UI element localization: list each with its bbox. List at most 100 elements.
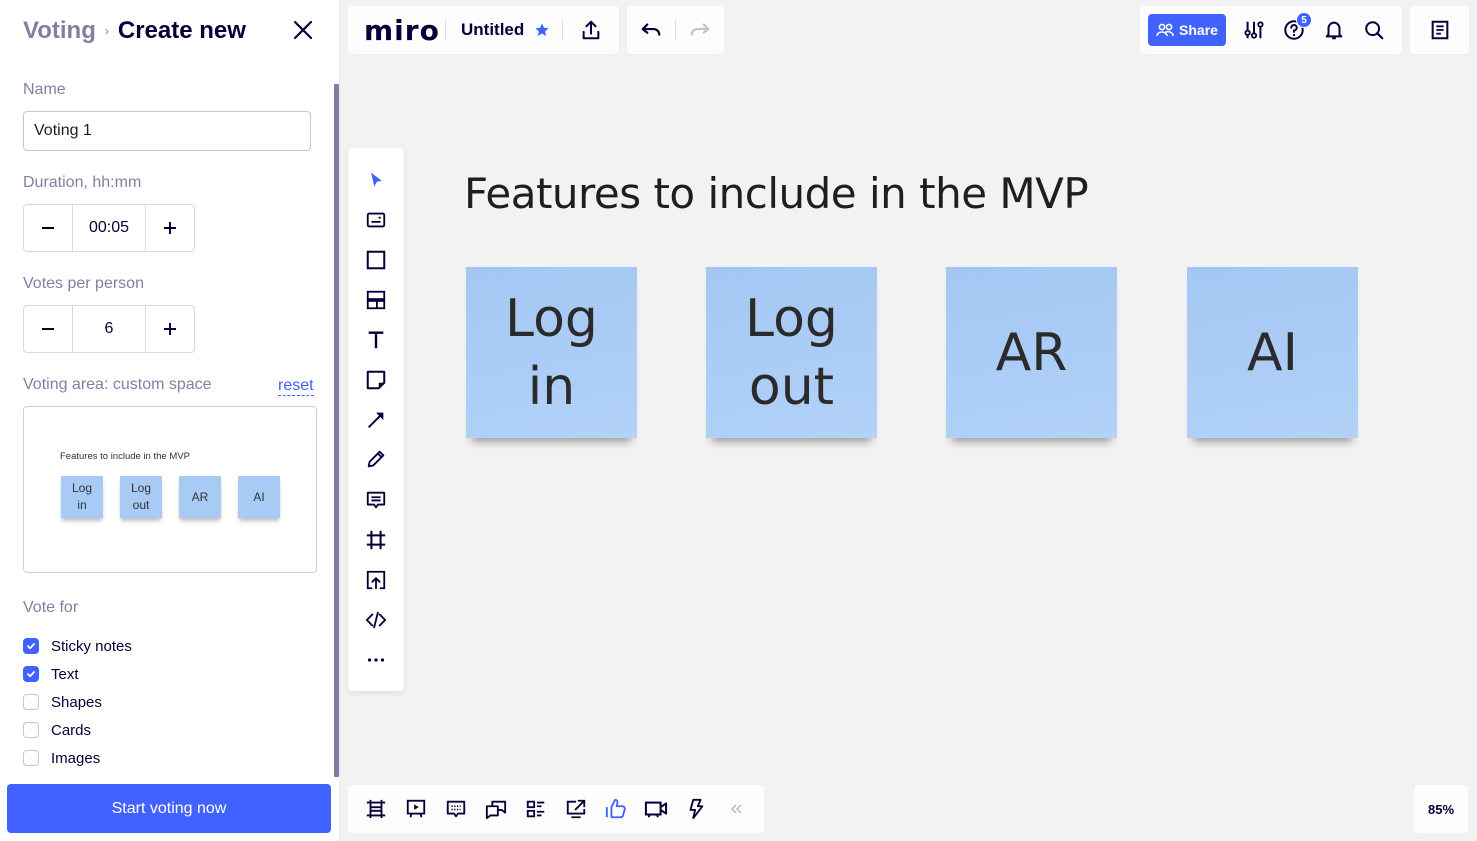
select-tool[interactable] (360, 164, 392, 196)
share-button[interactable]: Share (1148, 14, 1226, 46)
checkbox[interactable] (23, 750, 39, 766)
divider (675, 19, 676, 41)
users-icon (1156, 23, 1174, 37)
checkbox[interactable] (23, 694, 39, 710)
breadcrumb: Voting › Create new (23, 14, 246, 48)
check-icon (27, 671, 35, 678)
checkbox-sticky-notes[interactable]: Sticky notes (23, 636, 132, 656)
checkbox-text[interactable]: Text (23, 664, 79, 684)
duration-increment-button[interactable] (146, 205, 194, 251)
checkbox[interactable] (23, 666, 39, 682)
voting-name-input[interactable] (23, 111, 311, 151)
upload-tool[interactable] (360, 564, 392, 596)
search-icon (1365, 21, 1384, 40)
checkbox-shapes[interactable]: Shapes (23, 692, 102, 712)
frames-icon (366, 799, 386, 819)
video-call-button[interactable] (640, 793, 672, 825)
votes-increment-button[interactable] (146, 306, 194, 352)
breadcrumb-separator: › (104, 24, 109, 38)
undo-button[interactable] (635, 14, 667, 46)
presentation-button[interactable] (400, 793, 432, 825)
sticky-note-icon (366, 370, 386, 390)
embed-tool[interactable] (360, 604, 392, 636)
notifications-button[interactable] (1318, 14, 1350, 46)
shape-tool[interactable] (360, 244, 392, 276)
redo-icon (690, 23, 710, 36)
text-tool[interactable] (360, 324, 392, 356)
sticky-note[interactable]: AR (946, 267, 1117, 438)
cards-button[interactable] (520, 793, 552, 825)
more-tools-button[interactable] (360, 644, 392, 676)
checkbox-images[interactable]: Images (23, 748, 100, 768)
board-menu-button[interactable] (1424, 14, 1456, 46)
creation-toolbar (348, 148, 404, 691)
screen-share-icon (566, 799, 586, 819)
connector-tool[interactable] (360, 404, 392, 436)
cursor-icon (371, 172, 382, 187)
miro-logo[interactable]: miro (364, 14, 440, 47)
presentation-icon (406, 799, 426, 818)
sticky-note[interactable]: Log out (706, 267, 877, 438)
votes-decrement-button[interactable] (24, 306, 72, 352)
video-camera-icon (644, 801, 668, 818)
lightning-icon (689, 798, 704, 820)
upload-frame-icon (366, 570, 386, 590)
comments-button[interactable] (440, 793, 472, 825)
card-list-icon (526, 800, 545, 818)
checkbox[interactable] (23, 722, 39, 738)
comments-icon (446, 800, 466, 818)
layout-icon (366, 290, 386, 310)
comment-tool[interactable] (360, 484, 392, 516)
duration-value[interactable]: 00:05 (72, 205, 146, 251)
checkbox-cards[interactable]: Cards (23, 720, 91, 740)
close-icon (293, 20, 313, 40)
sticky-note[interactable]: AI (1187, 267, 1358, 438)
duration-decrement-button[interactable] (24, 205, 72, 251)
search-button[interactable] (1358, 14, 1390, 46)
sticky-note[interactable]: Log in (466, 267, 637, 438)
reset-link[interactable]: reset (278, 376, 314, 396)
template-icon (366, 212, 386, 228)
text-icon (368, 331, 384, 349)
votes-value[interactable]: 6 (72, 306, 146, 352)
share-label: Share (1179, 22, 1218, 38)
canvas-title-text[interactable]: Features to include in the MVP (464, 169, 1089, 218)
bell-icon (1325, 21, 1343, 40)
votes-stepper: 6 (23, 305, 195, 353)
votes-label: Votes per person (23, 275, 144, 292)
collaboration-toolbar (348, 785, 764, 833)
checkbox-label: Images (51, 749, 101, 767)
pencil-icon (367, 450, 385, 468)
frame-tool[interactable] (360, 524, 392, 556)
export-button[interactable] (575, 14, 607, 46)
voting-area-preview[interactable]: Features to include in the MVP Log in Lo… (23, 406, 317, 573)
collapse-toolbar-button[interactable] (720, 793, 752, 825)
board-title[interactable]: Untitled (461, 20, 524, 40)
zoom-level[interactable]: 85% (1414, 785, 1468, 833)
close-button[interactable] (290, 17, 316, 43)
panel-scrollbar[interactable] (334, 84, 339, 777)
chat-button[interactable] (480, 793, 512, 825)
vote-for-label: Vote for (23, 599, 79, 616)
frames-button[interactable] (360, 793, 392, 825)
duration-stepper: 00:05 (23, 204, 195, 252)
double-chevron-left-icon (730, 804, 742, 814)
voting-panel: Voting › Create new Name Duration, hh:mm… (0, 0, 340, 841)
templates-tool[interactable] (360, 204, 392, 236)
checkbox[interactable] (23, 638, 39, 654)
pen-tool[interactable] (360, 443, 392, 475)
preview-note: Log in (61, 476, 103, 518)
start-voting-button[interactable]: Start voting now (7, 784, 331, 833)
square-icon (366, 250, 386, 270)
checkbox-label: Cards (51, 721, 92, 739)
redo-button[interactable] (684, 14, 716, 46)
layout-tool[interactable] (360, 284, 392, 316)
settings-button[interactable] (1238, 14, 1270, 46)
sticky-note-tool[interactable] (360, 364, 392, 396)
breadcrumb-voting[interactable]: Voting (23, 17, 96, 45)
apps-button[interactable] (680, 793, 712, 825)
checkbox-label: Text (51, 665, 79, 683)
voting-button[interactable] (600, 793, 632, 825)
star-button[interactable] (526, 14, 558, 46)
screen-share-button[interactable] (560, 793, 592, 825)
